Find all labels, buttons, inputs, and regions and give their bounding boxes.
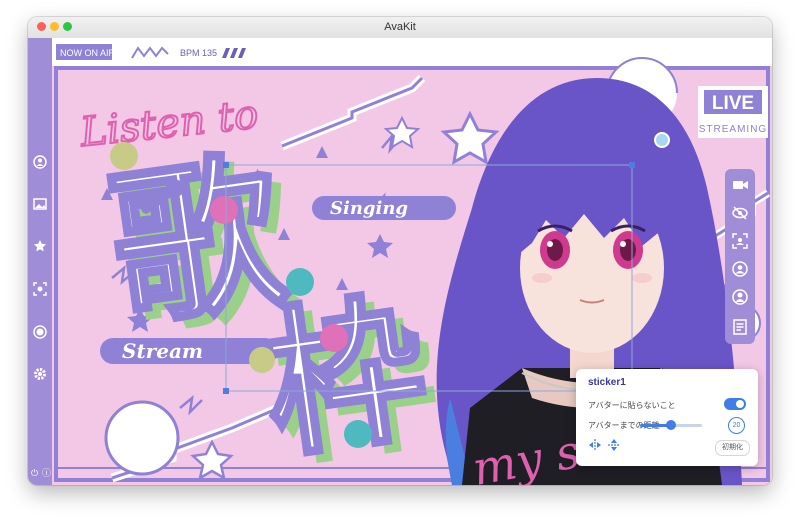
dot-pink — [210, 196, 238, 224]
avatar-icon[interactable] — [730, 287, 750, 307]
sticker-panel-title: sticker1 — [588, 377, 626, 388]
settings-icon[interactable] — [33, 366, 47, 380]
right-toolbar — [725, 169, 755, 319]
layout-icon[interactable] — [730, 317, 750, 337]
no-stick-toggle[interactable] — [724, 398, 746, 410]
dot-teal — [286, 268, 314, 296]
streaming-label: STREAMING — [699, 124, 767, 135]
face-scan-icon[interactable] — [33, 281, 47, 296]
distance-value[interactable]: 20 — [728, 417, 745, 434]
scan-icon[interactable] — [730, 231, 750, 251]
power-icon[interactable]: ⏻ — [31, 469, 38, 479]
dot-yellow — [110, 142, 138, 170]
no-stick-label: アバターに貼らないこと — [588, 401, 676, 410]
selection-handle-bl[interactable] — [223, 388, 229, 394]
white-circle-bottom-left — [104, 400, 180, 476]
distance-slider[interactable] — [640, 420, 702, 430]
toggle-knob — [736, 400, 744, 408]
reset-button[interactable]: 初期化 — [715, 440, 750, 456]
live-label: LIVE — [712, 93, 754, 114]
selection-handle-tl[interactable] — [223, 162, 229, 168]
info-icon[interactable]: ⓘ — [42, 466, 51, 479]
right-toolbar-extra — [725, 310, 755, 344]
now-on-air-label: NOW ON AIR — [60, 48, 116, 58]
sticker-panel: sticker1 アバターに貼らないこと アバターまでの距離 20 初期化 — [576, 369, 758, 466]
bpm-label: BPM 135 — [180, 48, 217, 58]
singing-text: Singing — [330, 198, 408, 219]
user-icon[interactable] — [33, 154, 47, 169]
camera-icon[interactable] — [730, 175, 750, 195]
image-icon[interactable] — [33, 196, 47, 210]
selection-handle-tr[interactable] — [629, 162, 635, 168]
left-sidebar: ⏻ ⓘ — [28, 38, 52, 485]
slider-thumb[interactable] — [666, 420, 676, 430]
flip-vertical-icon[interactable] — [607, 438, 621, 452]
record-icon[interactable] — [33, 324, 47, 339]
kanji-waku: 枠 — [253, 274, 437, 481]
title-bar: AvaKit — [28, 17, 772, 39]
window-title: AvaKit — [384, 21, 416, 33]
flip-horizontal-icon[interactable] — [588, 438, 602, 452]
eye-off-icon[interactable] — [730, 203, 750, 223]
avatar-refresh-icon[interactable] — [730, 259, 750, 279]
star-icon[interactable] — [33, 238, 47, 252]
